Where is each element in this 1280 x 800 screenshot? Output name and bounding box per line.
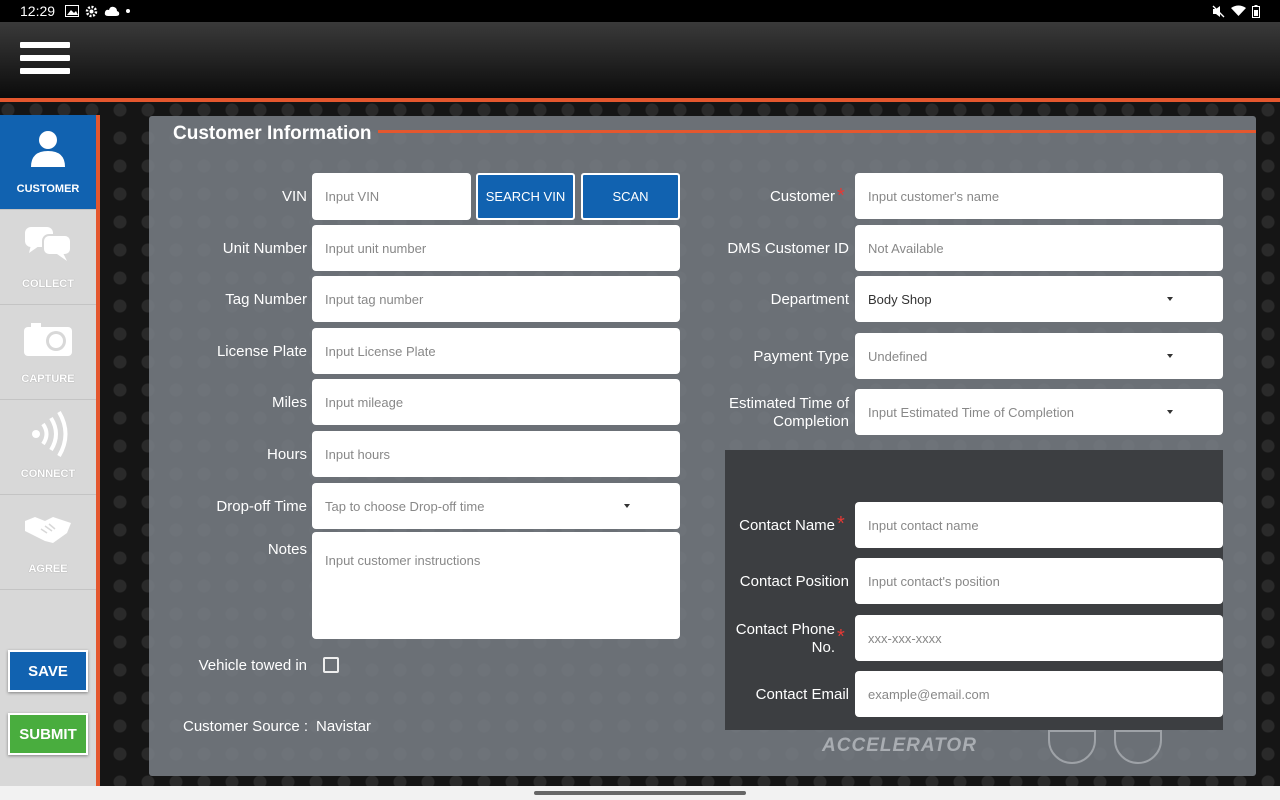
scan-button[interactable]: SCAN <box>581 173 680 220</box>
payment-type-value: Undefined <box>868 348 928 364</box>
vin-label: VIN <box>281 188 307 205</box>
chevron-down-icon <box>624 504 630 508</box>
gallery-icon <box>65 5 80 17</box>
etc-label-line1: Estimated Time of <box>728 395 849 412</box>
status-bar: 12:29 <box>0 0 1280 22</box>
menu-icon[interactable] <box>20 42 70 80</box>
vehicle-towed-checkbox[interactable] <box>323 657 339 673</box>
tag-number-input[interactable]: Input tag number <box>312 276 680 322</box>
sidebar-item-collect[interactable]: COLLECT <box>0 210 96 305</box>
license-plate-label: License Plate <box>216 343 307 360</box>
unit-number-input[interactable]: Input unit number <box>312 225 680 271</box>
unit-number-label: Unit Number <box>222 240 307 257</box>
chevron-down-icon <box>1167 354 1173 358</box>
sidebar-item-label: CONNECT <box>20 468 76 480</box>
department-label: Department <box>770 291 849 308</box>
customer-name-input[interactable]: Input customer's name <box>855 173 1223 219</box>
notes-textarea[interactable]: Input customer instructions <box>312 532 680 639</box>
sidebar-item-label: CUSTOMER <box>16 183 80 195</box>
miles-input[interactable]: Input mileage <box>312 379 680 425</box>
vin-input[interactable]: Input VIN <box>312 173 471 220</box>
wifi-icon <box>1231 5 1246 16</box>
hours-input[interactable]: Input hours <box>312 431 680 477</box>
contact-phone-label-line2: No. <box>811 639 835 656</box>
department-select[interactable]: Body Shop <box>855 276 1223 322</box>
customer-label: Customer <box>769 188 835 205</box>
dms-customer-id-label: DMS Customer ID <box>727 240 849 257</box>
contact-name-label: Contact Name <box>739 517 835 534</box>
license-plate-input[interactable]: Input License Plate <box>312 328 680 374</box>
contact-name-input[interactable]: Input contact name <box>855 502 1223 548</box>
customer-source-value: Navistar <box>316 718 372 735</box>
hours-label: Hours <box>266 446 307 463</box>
dropoff-time-label: Drop-off Time <box>216 498 307 515</box>
cloud-icon <box>104 6 120 16</box>
title-underline <box>378 130 1256 133</box>
customer-source-label: Customer Source : <box>183 718 309 735</box>
contact-phone-input[interactable]: xxx-xxx-xxxx <box>855 615 1223 661</box>
etc-label: Estimated Time of Completion <box>700 395 849 431</box>
search-vin-button[interactable]: SEARCH VIN <box>476 173 575 220</box>
settings-icon <box>85 5 98 17</box>
contact-email-input[interactable]: example@email.com <box>855 671 1223 717</box>
sidebar-divider <box>96 115 100 786</box>
system-nav-bar <box>0 786 1280 800</box>
contact-position-input[interactable]: Input contact's position <box>855 558 1223 604</box>
contact-phone-label-line1: Contact Phone <box>735 621 835 638</box>
notes-label: Notes <box>267 541 307 558</box>
status-time: 12:29 <box>20 3 56 19</box>
handshake-icon <box>25 517 71 543</box>
sidebar-item-label: COLLECT <box>22 278 74 290</box>
sidebar-item-label: CAPTURE <box>21 373 75 385</box>
dropoff-time-value: Tap to choose Drop-off time <box>325 498 485 514</box>
required-asterisk: * <box>837 513 845 535</box>
payment-type-select[interactable]: Undefined <box>855 333 1223 379</box>
etc-select[interactable]: Input Estimated Time of Completion <box>855 389 1223 435</box>
sidebar-item-agree[interactable]: AGREE <box>0 495 96 590</box>
required-asterisk: * <box>837 185 845 207</box>
etc-value: Input Estimated Time of Completion <box>868 404 1074 420</box>
dms-customer-id-field: Not Available <box>855 225 1223 271</box>
sidebar-item-capture[interactable]: CAPTURE <box>0 305 96 400</box>
chevron-down-icon <box>1167 410 1173 414</box>
submit-button[interactable]: SUBMIT <box>8 713 88 755</box>
accelerator-logo: ACCELERATOR <box>822 735 977 756</box>
mute-icon <box>1212 5 1225 17</box>
battery-icon <box>1252 4 1260 18</box>
required-asterisk: * <box>837 626 845 648</box>
contact-position-label: Contact Position <box>739 573 849 590</box>
miles-label: Miles <box>271 394 307 411</box>
signal-icon <box>32 410 68 458</box>
contact-email-label: Contact Email <box>755 686 849 703</box>
contact-phone-label: Contact Phone No. <box>700 621 835 657</box>
dropoff-time-select[interactable]: Tap to choose Drop-off time <box>312 483 680 529</box>
page-title: Customer Information <box>173 123 372 144</box>
sidebar-item-connect[interactable]: CONNECT <box>0 400 96 495</box>
notification-dot-icon <box>126 9 131 13</box>
department-value: Body Shop <box>868 291 932 307</box>
payment-type-label: Payment Type <box>753 348 849 365</box>
chevron-down-icon <box>1167 297 1173 301</box>
person-icon <box>31 131 65 167</box>
etc-label-line2: Completion <box>773 413 849 430</box>
sidebar-item-customer[interactable]: CUSTOMER <box>0 115 96 210</box>
vehicle-towed-label: Vehicle towed in <box>198 657 307 674</box>
camera-icon <box>24 323 72 356</box>
save-button[interactable]: SAVE <box>8 650 88 692</box>
tag-number-label: Tag Number <box>225 291 307 308</box>
app-header <box>0 22 1280 98</box>
sidebar-item-label: AGREE <box>28 563 68 575</box>
home-gesture-handle[interactable] <box>534 791 746 795</box>
chat-bubbles-icon <box>25 227 72 261</box>
